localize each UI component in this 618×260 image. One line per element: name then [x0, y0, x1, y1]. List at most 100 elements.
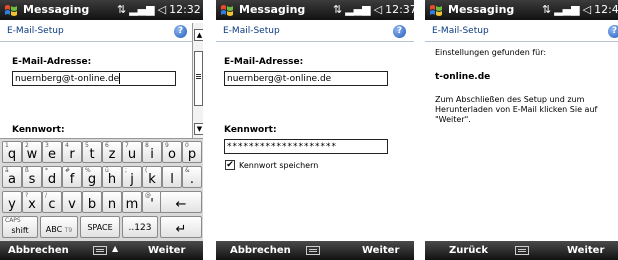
signal-icon[interactable]: ▂▄▆: [554, 3, 579, 16]
key-n[interactable]: n: [102, 191, 122, 213]
soft-keyboard: 1q2w3e4r5t6z7u8i9o0p ä a ß s * d # f% g ü h; j(k l &.…: [0, 138, 203, 242]
email-field[interactable]: nuernberg@t-online.de: [12, 71, 176, 86]
email-value: nuernberg@t-online.de: [227, 74, 332, 84]
caps-shift-key[interactable]: CAPS shift: [2, 216, 38, 238]
key-h[interactable]: üh: [102, 166, 122, 188]
title-bar: Messaging ⇅ ▂▄▆ ◁ 12:32: [0, 0, 203, 20]
scroll-down-icon[interactable]: ▼: [194, 123, 203, 135]
app-title: Messaging: [448, 3, 515, 16]
app-title: Messaging: [23, 3, 90, 16]
key-e[interactable]: 3e: [42, 141, 62, 163]
save-password-checkbox[interactable]: ✔: [225, 160, 235, 170]
password-label: Kennwort:: [224, 125, 277, 135]
key-r[interactable]: 4r: [62, 141, 82, 163]
clock[interactable]: 12:37: [385, 3, 414, 16]
keyboard-icon[interactable]: [93, 246, 107, 255]
password-label: Kennwort:: [12, 125, 65, 135]
signal-icon[interactable]: ▂▄▆: [345, 3, 370, 16]
key-c[interactable]: / c: [42, 191, 62, 213]
next-button[interactable]: Weiter: [148, 245, 185, 256]
signal-icon[interactable]: ▂▄▆: [129, 3, 154, 16]
email-label: E-Mail-Adresse:: [12, 57, 92, 67]
key-w[interactable]: 2w: [22, 141, 42, 163]
windows-logo-icon[interactable]: [428, 2, 444, 18]
enter-key[interactable]: ↵: [160, 216, 202, 238]
windows-logo-icon[interactable]: [219, 2, 235, 18]
title-bar: Messaging ⇅ ▂▄▆ ◁ 12:37: [216, 0, 414, 20]
scroll-thumb[interactable]: [194, 51, 203, 106]
screen-email-entry: Messaging ⇅ ▂▄▆ ◁ 12:32 E-Mail-Setup ? ▲ ▼ …: [0, 0, 203, 260]
key-t[interactable]: 5t: [82, 141, 102, 163]
help-icon[interactable]: ?: [174, 25, 187, 38]
password-value: ********************: [227, 142, 337, 152]
cancel-button[interactable]: Abbrechen: [230, 245, 291, 256]
help-icon[interactable]: ?: [393, 25, 406, 38]
screen-password-entry: Messaging ⇅ ▂▄▆ ◁ 12:37 E-Mail-Setup ? E-Ma…: [216, 0, 414, 260]
next-button[interactable]: Weiter: [362, 245, 399, 256]
keyboard-icon[interactable]: [306, 246, 320, 255]
screen-settings-found: Messaging ⇅▂▄▆ ◁12:44 E-Mail-Setup ? Eins…: [425, 0, 618, 260]
connectivity-icon[interactable]: ⇅: [542, 3, 551, 16]
key-j[interactable]: ; j: [122, 166, 142, 188]
key-q[interactable]: 1q: [2, 141, 22, 163]
scroll-up-icon[interactable]: ▲: [194, 29, 203, 41]
key-u[interactable]: 7u: [122, 141, 142, 163]
page-header: E-Mail-Setup ?: [216, 22, 414, 42]
numbers-key[interactable]: ..123: [122, 216, 158, 238]
key-f[interactable]: # f: [62, 166, 82, 188]
abc-t9-key[interactable]: ABC T9: [40, 216, 78, 238]
back-button[interactable]: Zurück: [449, 245, 488, 256]
app-title: Messaging: [239, 3, 306, 16]
email-label: E-Mail-Adresse:: [224, 57, 304, 67]
next-button[interactable]: Weiter: [567, 245, 604, 256]
connectivity-icon[interactable]: ⇅: [333, 3, 342, 16]
key-v[interactable]: v: [62, 191, 82, 213]
key-m[interactable]: m: [122, 191, 142, 213]
soft-key-bar: Abbrechen ▲ Weiter: [0, 241, 203, 260]
key-o[interactable]: 9o: [162, 141, 182, 163]
page-header: E-Mail-Setup ?: [0, 22, 203, 42]
status-area: ⇅▂▄▆ ◁12:44: [542, 3, 618, 16]
email-field[interactable]: nuernberg@t-online.de: [224, 71, 388, 86]
key-k[interactable]: (k: [142, 166, 162, 188]
clock[interactable]: 12:44: [594, 3, 618, 16]
key-d[interactable]: * d: [42, 166, 62, 188]
soft-key-bar: Abbrechen Weiter: [216, 241, 414, 260]
key-l[interactable]: l: [162, 166, 182, 188]
volume-icon[interactable]: ◁: [158, 3, 166, 16]
key-z[interactable]: 6z: [102, 141, 122, 163]
key-period[interactable]: &.: [182, 166, 202, 188]
vertical-scrollbar[interactable]: ▲ ▼: [192, 23, 203, 138]
status-area: ⇅ ▂▄▆ ◁ 12:37: [333, 3, 414, 16]
keyboard-icon[interactable]: [515, 246, 529, 255]
save-password-label: Kennwort speichern: [239, 161, 319, 170]
status-area: ⇅ ▂▄▆ ◁ 12:32: [117, 3, 203, 16]
key-y[interactable]: y: [2, 191, 22, 213]
input-menu-arrow-icon[interactable]: ▲: [112, 244, 118, 253]
clock[interactable]: 12:32: [169, 3, 201, 16]
key-x[interactable]: ? x: [22, 191, 42, 213]
connectivity-icon[interactable]: ⇅: [117, 3, 126, 16]
email-value: nuernberg@t-online.de: [15, 74, 120, 84]
key-i[interactable]: 8i: [142, 141, 162, 163]
help-icon[interactable]: ?: [608, 25, 618, 38]
page-title: E-Mail-Setup: [223, 26, 280, 36]
page-title: E-Mail-Setup: [7, 26, 64, 36]
volume-icon[interactable]: ◁: [374, 3, 382, 16]
key-g[interactable]: % g: [82, 166, 102, 188]
windows-logo-icon[interactable]: [3, 2, 19, 18]
domain-name: t-online.de: [435, 72, 491, 82]
info-text: Zum Abschließen des Setup und zum Herunt…: [435, 95, 598, 124]
key-b[interactable]: b: [82, 191, 102, 213]
key-p[interactable]: 0p: [182, 141, 202, 163]
volume-icon[interactable]: ◁: [583, 3, 591, 16]
backspace-key[interactable]: ←: [160, 191, 202, 213]
cancel-button[interactable]: Abbrechen: [8, 245, 69, 256]
space-key[interactable]: SPACE: [80, 216, 120, 238]
title-bar: Messaging ⇅▂▄▆ ◁12:44: [425, 0, 618, 20]
key-apostrophe[interactable]: @ ': [142, 191, 162, 213]
key-s[interactable]: ßs: [22, 166, 42, 188]
found-text: Einstellungen gefunden für:: [435, 48, 547, 57]
key-a[interactable]: äa: [2, 166, 22, 188]
password-field[interactable]: ********************: [224, 139, 388, 154]
